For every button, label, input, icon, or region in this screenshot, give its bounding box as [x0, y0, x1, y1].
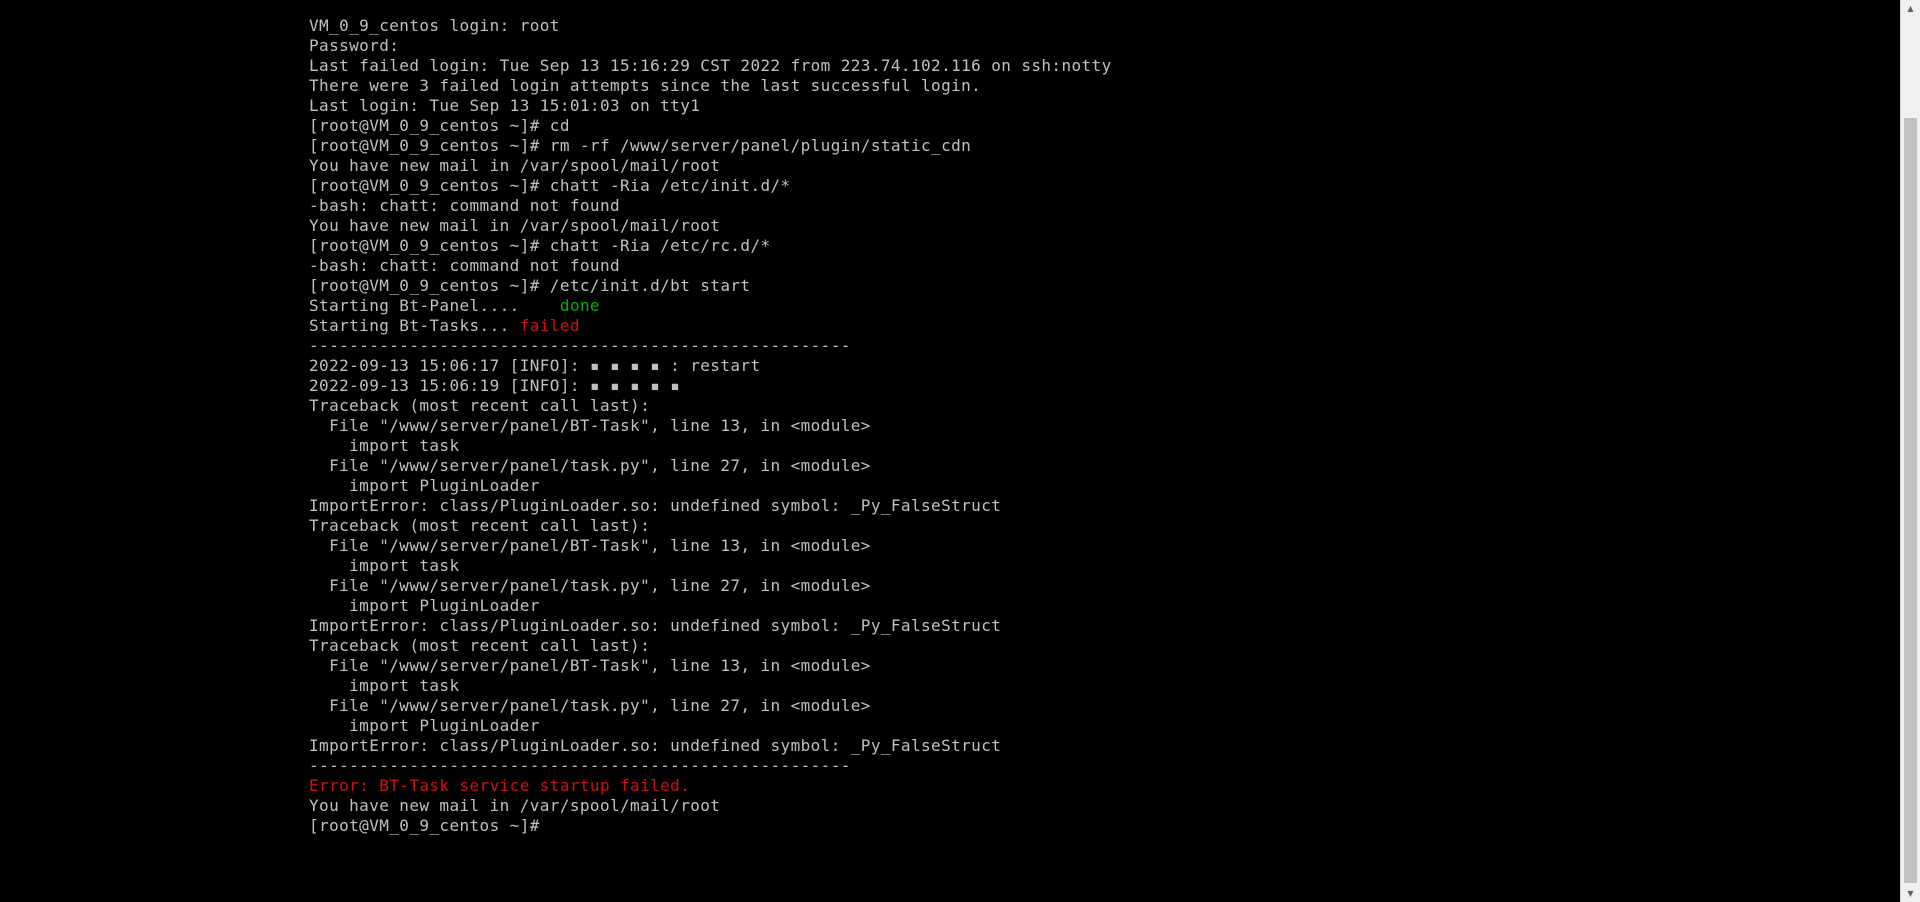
- terminal-text: ----------------------------------------…: [309, 756, 851, 775]
- terminal-text: 2022-09-13 15:06:17 [INFO]: ▪ ▪ ▪ ▪ : re…: [309, 356, 761, 375]
- terminal-text: -bash: chatt: command not found: [309, 256, 621, 275]
- terminal-text: File "/www/server/panel/task.py", line 2…: [309, 576, 871, 595]
- terminal-line: import task: [309, 556, 1889, 576]
- terminal-line: You have new mail in /var/spool/mail/roo…: [309, 156, 1889, 176]
- terminal-text: Last failed login: Tue Sep 13 15:16:29 C…: [309, 56, 1112, 75]
- terminal-line: Traceback (most recent call last):: [309, 396, 1889, 416]
- terminal-text: File "/www/server/panel/BT-Task", line 1…: [309, 416, 871, 435]
- terminal-text: ImportError: class/PluginLoader.so: unde…: [309, 496, 1002, 515]
- terminal-text: You have new mail in /var/spool/mail/roo…: [309, 796, 721, 815]
- terminal-line: import PluginLoader: [309, 596, 1889, 616]
- terminal-line: [root@VM_0_9_centos ~]#: [309, 816, 1889, 836]
- terminal-text: Starting Bt-Panel....: [309, 296, 560, 315]
- terminal-line: Traceback (most recent call last):: [309, 516, 1889, 536]
- terminal-line: 2022-09-13 15:06:19 [INFO]: ▪ ▪ ▪ ▪ ▪: [309, 376, 1889, 396]
- terminal-line: [root@VM_0_9_centos ~]# chatt -Ria /etc/…: [309, 176, 1889, 196]
- terminal-line: import task: [309, 676, 1889, 696]
- terminal-text: Traceback (most recent call last):: [309, 396, 651, 415]
- terminal-text: File "/www/server/panel/BT-Task", line 1…: [309, 536, 871, 555]
- terminal-line: [root@VM_0_9_centos ~]# chatt -Ria /etc/…: [309, 236, 1889, 256]
- terminal-line: Traceback (most recent call last):: [309, 636, 1889, 656]
- terminal-text: import PluginLoader: [309, 716, 540, 735]
- terminal-text: -bash: chatt: command not found: [309, 196, 621, 215]
- terminal-text: ----------------------------------------…: [309, 336, 851, 355]
- terminal-line: [root@VM_0_9_centos ~]# rm -rf /www/serv…: [309, 136, 1889, 156]
- terminal-line: import task: [309, 436, 1889, 456]
- terminal-line: import PluginLoader: [309, 476, 1889, 496]
- terminal-line: File "/www/server/panel/task.py", line 2…: [309, 576, 1889, 596]
- terminal-line: File "/www/server/panel/BT-Task", line 1…: [309, 536, 1889, 556]
- terminal-text: Starting Bt-Tasks...: [309, 316, 520, 335]
- terminal-text: VM_0_9_centos login: root: [309, 16, 560, 35]
- terminal-text: import PluginLoader: [309, 596, 540, 615]
- status-failed-text: failed: [519, 316, 580, 335]
- terminal-text: File "/www/server/panel/task.py", line 2…: [309, 696, 871, 715]
- terminal-text: import task: [309, 556, 460, 575]
- terminal-line: You have new mail in /var/spool/mail/roo…: [309, 216, 1889, 236]
- terminal-text: [root@VM_0_9_centos ~]# /etc/init.d/bt s…: [309, 276, 751, 295]
- terminal-line: File "/www/server/panel/task.py", line 2…: [309, 456, 1889, 476]
- terminal-line: Error: BT-Task service startup failed.: [309, 776, 1889, 796]
- terminal-line: Password:: [309, 36, 1889, 56]
- terminal-line: Last login: Tue Sep 13 15:01:03 on tty1: [309, 96, 1889, 116]
- terminal-line: ImportError: class/PluginLoader.so: unde…: [309, 736, 1889, 756]
- terminal-output[interactable]: VM_0_9_centos login: root Password: Last f…: [309, 16, 1889, 896]
- status-failed-text: Error: BT-Task service startup failed.: [309, 776, 691, 795]
- terminal-text: import task: [309, 676, 460, 695]
- terminal-text: Password:: [309, 36, 400, 55]
- terminal-text: There were 3 failed login attempts since…: [309, 76, 982, 95]
- terminal-line: -bash: chatt: command not found: [309, 256, 1889, 276]
- terminal-text: 2022-09-13 15:06:19 [INFO]: ▪ ▪ ▪ ▪ ▪: [309, 376, 681, 395]
- terminal-text: [root@VM_0_9_centos ~]# rm -rf /www/serv…: [309, 136, 972, 155]
- terminal-text: [root@VM_0_9_centos ~]# chatt -Ria /etc/…: [309, 176, 791, 195]
- terminal-line: [root@VM_0_9_centos ~]# /etc/init.d/bt s…: [309, 276, 1889, 296]
- terminal-text: ImportError: class/PluginLoader.so: unde…: [309, 736, 1002, 755]
- terminal-text: You have new mail in /var/spool/mail/roo…: [309, 156, 721, 175]
- terminal-line: -bash: chatt: command not found: [309, 196, 1889, 216]
- terminal-line: You have new mail in /var/spool/mail/roo…: [309, 796, 1889, 816]
- terminal-line: Starting Bt-Panel.... done: [309, 296, 1889, 316]
- terminal-line: ImportError: class/PluginLoader.so: unde…: [309, 616, 1889, 636]
- terminal-line: ----------------------------------------…: [309, 336, 1889, 356]
- terminal-text: File "/www/server/panel/BT-Task", line 1…: [309, 656, 871, 675]
- terminal-text: Last login: Tue Sep 13 15:01:03 on tty1: [309, 96, 701, 115]
- terminal-line: There were 3 failed login attempts since…: [309, 76, 1889, 96]
- scrollbar-thumb[interactable]: [1904, 118, 1917, 883]
- terminal-text: Traceback (most recent call last):: [309, 636, 651, 655]
- terminal-text: import PluginLoader: [309, 476, 540, 495]
- console-screen[interactable]: VM_0_9_centos login: root Password: Last f…: [0, 0, 1920, 902]
- vertical-scrollbar[interactable]: ▲ ▼: [1900, 0, 1920, 902]
- terminal-line: import PluginLoader: [309, 716, 1889, 736]
- terminal-line: File "/www/server/panel/BT-Task", line 1…: [309, 656, 1889, 676]
- terminal-line: Starting Bt-Tasks... failed: [309, 316, 1889, 336]
- terminal-text: Traceback (most recent call last):: [309, 516, 651, 535]
- terminal-line: ----------------------------------------…: [309, 756, 1889, 776]
- terminal-line: [root@VM_0_9_centos ~]# cd: [309, 116, 1889, 136]
- terminal-line: VM_0_9_centos login: root: [309, 16, 1889, 36]
- terminal-text: You have new mail in /var/spool/mail/roo…: [309, 216, 721, 235]
- terminal-text: ImportError: class/PluginLoader.so: unde…: [309, 616, 1002, 635]
- terminal-line: ImportError: class/PluginLoader.so: unde…: [309, 496, 1889, 516]
- scroll-down-arrow-icon[interactable]: ▼: [1901, 885, 1920, 902]
- terminal-line: File "/www/server/panel/BT-Task", line 1…: [309, 416, 1889, 436]
- terminal-line: Last failed login: Tue Sep 13 15:16:29 C…: [309, 56, 1889, 76]
- terminal-text: File "/www/server/panel/task.py", line 2…: [309, 456, 871, 475]
- terminal-line: 2022-09-13 15:06:17 [INFO]: ▪ ▪ ▪ ▪ : re…: [309, 356, 1889, 376]
- terminal-text: [root@VM_0_9_centos ~]# cd: [309, 116, 570, 135]
- terminal-text: [root@VM_0_9_centos ~]#: [309, 816, 550, 835]
- terminal-text: import task: [309, 436, 460, 455]
- terminal-text: [root@VM_0_9_centos ~]# chatt -Ria /etc/…: [309, 236, 771, 255]
- status-done-text: done: [559, 296, 600, 315]
- scroll-up-arrow-icon[interactable]: ▲: [1901, 0, 1920, 17]
- terminal-line: File "/www/server/panel/task.py", line 2…: [309, 696, 1889, 716]
